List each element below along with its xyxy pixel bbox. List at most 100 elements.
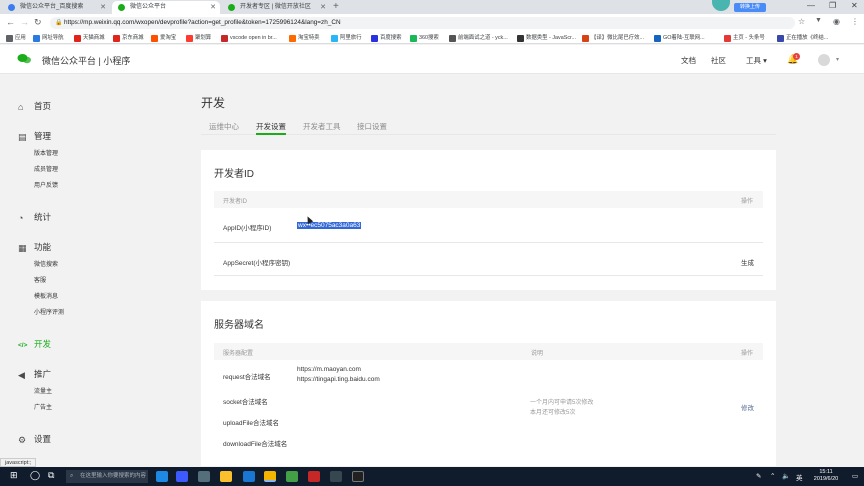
sidebar-item-home[interactable]: ⌂ 首页 (18, 100, 51, 112)
wechat-devtools-icon[interactable] (286, 471, 298, 482)
bookmarks-bar: 应用 网址导航 天猫商城 京东商城 爱淘宝 聚划算 vscode open in br...… (0, 32, 864, 44)
ime-indicator[interactable]: 英 (796, 472, 803, 482)
pen-icon[interactable]: ✎ (756, 472, 761, 480)
close-tab-icon[interactable]: ✕ (210, 1, 216, 14)
taskbar-clock[interactable]: 15:11 2019/6/20 (806, 469, 846, 483)
cortana-icon[interactable]: ◯ (30, 470, 40, 481)
reload-icon[interactable]: ↻ (34, 17, 42, 28)
app-icon[interactable] (198, 471, 210, 482)
bookmark-item[interactable]: 正在播放《终结... (777, 34, 828, 43)
close-window-icon[interactable]: ✕ (851, 1, 858, 10)
speaker-icon[interactable]: 🔈 (782, 472, 790, 480)
profile-icon[interactable]: ◉ (833, 17, 840, 26)
nav-tools[interactable]: 工具 ▾ (746, 55, 767, 66)
tab-dev-tools[interactable]: 开发者工具 (303, 121, 341, 135)
chrome-icon[interactable] (264, 471, 276, 482)
brand-title[interactable]: 微信公众平台 | 小程序 (42, 54, 130, 67)
back-icon[interactable]: ← (6, 17, 15, 27)
sidebar-item-manage[interactable]: ▤ 管理 (18, 130, 51, 142)
sidebar-subitem[interactable]: 版本管理 (34, 148, 58, 157)
sidebar-item-stats[interactable]: ◔ 统计 (18, 211, 51, 223)
url-input[interactable]: 🔒 https://mp.weixin.qq.com/wxopen/devpro… (50, 17, 795, 29)
forward-icon[interactable]: → (20, 17, 29, 27)
notification-badge: 1 (793, 53, 800, 60)
sidebar-subitem[interactable]: 小程序评测 (34, 307, 64, 316)
bookmark-item[interactable]: 数据类型 - JavaScr... (517, 34, 576, 43)
sidebar-subitem[interactable]: 用户反馈 (34, 180, 58, 189)
generate-secret-button[interactable]: 生成 (741, 257, 754, 267)
nav-community[interactable]: 社区 (711, 55, 726, 66)
extension-upload-button[interactable]: 转换上传 (734, 3, 766, 12)
sidebar-subitem[interactable]: 流量主 (34, 386, 52, 395)
extension-filter-icon[interactable]: ▼ (815, 17, 822, 24)
close-tab-icon[interactable]: ✕ (320, 1, 326, 14)
request-domain-1: https://m.maoyan.com (297, 366, 361, 373)
browser-tab-2[interactable]: 微信公众平台 ✕ (112, 1, 220, 14)
sidebar-subitem[interactable]: 成员管理 (34, 164, 58, 173)
sidebar-item-develop[interactable]: </> 开发 (18, 338, 51, 350)
developer-id-card: 开发者ID 开发者ID 操作 AppID(小程序ID) wx••ec5075ac… (201, 150, 776, 290)
sidebar-item-promote[interactable]: ◀ 推广 (18, 368, 51, 380)
bookmark-favicon-icon (33, 35, 40, 42)
tab-dev-settings[interactable]: 开发设置 (256, 121, 286, 135)
close-tab-icon[interactable]: ✕ (100, 1, 106, 14)
bookmark-item[interactable]: 360搜索 (410, 34, 439, 43)
bookmark-item[interactable]: 爱淘宝 (151, 34, 176, 43)
chevron-up-icon[interactable]: ⌃ (770, 472, 775, 480)
bookmark-item[interactable]: 天猫商城 (74, 34, 105, 43)
avatar[interactable] (818, 54, 830, 66)
bookmark-item[interactable]: 京东商城 (113, 34, 144, 43)
browser-tab-3[interactable]: 开发者专区 | 微信开放社区 ✕ (222, 1, 330, 14)
sidebar-subitem[interactable]: 微信搜索 (34, 259, 58, 268)
bookmark-star-icon[interactable]: ☆ (798, 17, 805, 26)
menu-kebab-icon[interactable]: ⋮ (851, 17, 859, 26)
bookmark-item[interactable]: 前端面试之道 - yck... (449, 34, 508, 43)
vscode-icon[interactable] (243, 471, 255, 482)
tab-ops-center[interactable]: 运维中心 (209, 121, 239, 135)
settings-icon: ⚙ (18, 435, 27, 445)
new-tab-icon[interactable]: + (333, 1, 339, 12)
address-toolbar: ← → ↻ 🔒 https://mp.weixin.qq.com/wxopen/… (0, 14, 864, 32)
windows-start-icon[interactable]: ⊞ (10, 470, 18, 481)
bookmark-item[interactable]: 应用 (6, 34, 26, 43)
bookmark-item[interactable]: 聚划算 (186, 34, 211, 43)
file-explorer-icon[interactable] (220, 471, 232, 482)
col-developer-id: 开发者ID (223, 199, 248, 205)
sidebar-subitem[interactable]: 模板消息 (34, 291, 58, 300)
sidebar: ⌂ 首页 ▤ 管理版本管理成员管理用户反馈 ◔ 统计 ▦ 功能微信搜索客服模板消息小程序评测 <… (0, 74, 98, 464)
bookmark-item[interactable]: GO着陆-互联网... (654, 34, 705, 43)
bookmark-item[interactable]: 阿里旅行 (331, 34, 362, 43)
bookmark-item[interactable]: 【译】微比尾巴疗效... (582, 34, 644, 43)
app-icon[interactable] (308, 471, 320, 482)
store-icon[interactable] (176, 471, 188, 482)
col-description: 说明 (531, 351, 544, 357)
nav-docs[interactable]: 文档 (681, 55, 696, 66)
promote-icon: ◀ (18, 370, 25, 380)
bookmark-item[interactable]: vscode open in br... (221, 34, 277, 43)
sidebar-item-features[interactable]: ▦ 功能 (18, 241, 51, 253)
download-domain-label: downloadFile合法域名 (223, 441, 288, 448)
sidebar-subitem[interactable]: 广告主 (34, 402, 52, 411)
taskbar-search-input[interactable]: ⌕ 在这里输入你要搜索的内容 (66, 470, 148, 483)
bookmark-item[interactable]: 主页 - 头条号 (724, 34, 765, 43)
bookmark-item[interactable]: 百度搜索 (371, 34, 402, 43)
task-view-icon[interactable]: ⧉ (48, 470, 54, 481)
minimize-icon[interactable]: — (807, 1, 815, 10)
modify-domain-button[interactable]: 修改 (741, 402, 754, 412)
extension-avatar-icon[interactable] (712, 0, 730, 11)
socket-domain-label: socket合法域名 (223, 399, 268, 406)
chevron-down-icon[interactable]: ▾ (836, 56, 839, 63)
notifications-icon[interactable]: ▭ (852, 472, 858, 480)
bookmark-item[interactable]: 网址导航 (33, 34, 64, 43)
app-icon[interactable] (330, 471, 342, 482)
browser-tab-1[interactable]: 微信公众平台_百度搜索 ✕ (2, 1, 110, 14)
col-server-config: 服务器配置 (223, 351, 254, 357)
edge-icon[interactable] (156, 471, 168, 482)
photos-icon[interactable] (352, 471, 364, 482)
maximize-icon[interactable]: ❐ (829, 1, 836, 10)
sidebar-item-settings[interactable]: ⚙ 设置 (18, 433, 51, 445)
bookmark-item[interactable]: 淘宝特卖 (289, 34, 320, 43)
sidebar-subitem[interactable]: 客服 (34, 275, 46, 284)
site-header: 微信公众平台 | 小程序 文档 社区 工具 ▾ 🔔 1 ▾ (0, 45, 864, 74)
tab-api-settings[interactable]: 接口设置 (357, 121, 387, 135)
